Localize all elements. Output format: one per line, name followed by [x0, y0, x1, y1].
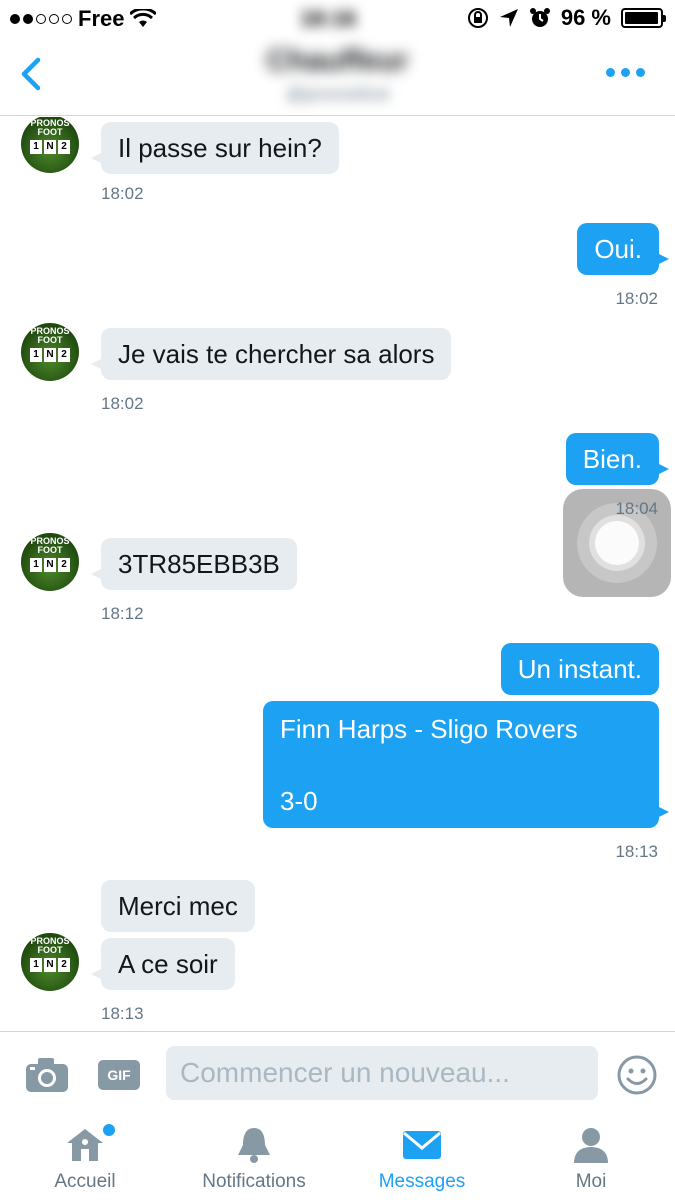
emoji-button[interactable]: [616, 1054, 658, 1096]
message-timestamp: 18:02: [101, 394, 144, 413]
message-list[interactable]: PRONOS FOOT 1N2 Il passe sur hein? 18:02 …: [0, 117, 675, 1031]
tab-label: Moi: [575, 1171, 607, 1192]
outgoing-message[interactable]: Un instant.: [500, 643, 659, 695]
home-icon: [67, 1129, 103, 1161]
message-timestamp: 18:02: [101, 184, 144, 203]
avatar-boxes: 1N2: [30, 140, 70, 154]
carrier-label: Free: [78, 6, 125, 31]
incoming-message[interactable]: Il passe sur hein?: [91, 122, 339, 174]
status-left: Free: [10, 6, 157, 32]
wifi-icon: [130, 9, 157, 27]
location-icon: [499, 9, 518, 27]
gif-button[interactable]: GIF: [98, 1060, 140, 1090]
message-line: 3-0: [280, 786, 318, 816]
tab-messages[interactable]: Messages: [362, 1115, 482, 1200]
battery-icon: [621, 8, 666, 28]
tab-label: Notifications: [202, 1171, 306, 1192]
conversation-subtitle: @pronosfoot: [285, 84, 390, 104]
tab-home[interactable]: Accueil: [25, 1115, 145, 1200]
camera-button[interactable]: [24, 1054, 70, 1094]
avatar[interactable]: PRONOS FOOT 1N2: [21, 323, 79, 381]
notification-dot: [103, 1124, 115, 1136]
tab-notifications[interactable]: Notifications: [184, 1115, 324, 1200]
rotation-lock-icon: [467, 8, 488, 28]
profile-icon: [574, 1128, 608, 1163]
avatar[interactable]: PRONOS FOOT 1N2: [21, 117, 79, 173]
status-bar: Free 18:16 96 %: [0, 0, 675, 38]
message-input[interactable]: [166, 1046, 598, 1100]
incoming-message[interactable]: A ce soir: [91, 938, 235, 990]
camera-icon: [26, 1058, 68, 1092]
outgoing-message[interactable]: Finn Harps - Sligo Rovers 3-0: [263, 701, 669, 828]
message-timestamp: 18:13: [615, 842, 658, 861]
status-time: 18:16: [300, 6, 357, 31]
message-composer: GIF: [0, 1031, 675, 1115]
signal-icon: [10, 14, 72, 24]
outgoing-message[interactable]: Oui.: [577, 223, 669, 275]
tab-bar: Accueil Notifications Messages Moi: [0, 1115, 675, 1200]
avatar[interactable]: PRONOS FOOT 1N2: [21, 533, 79, 591]
outgoing-message[interactable]: Bien.: [565, 433, 670, 485]
message-timestamp: 18:13: [101, 1004, 144, 1023]
incoming-message[interactable]: 3TR85EBB3B: [91, 538, 297, 590]
message-timestamp: 18:02: [615, 289, 658, 308]
status-right: 96 %: [467, 5, 666, 31]
conversation-header: Chauffeur @pronosfoot: [0, 38, 675, 116]
tab-label: Accueil: [54, 1171, 116, 1192]
more-options-button[interactable]: [606, 68, 645, 77]
envelope-icon: [403, 1131, 441, 1159]
incoming-message[interactable]: Je vais te chercher sa alors: [90, 328, 452, 380]
incoming-message[interactable]: Merci mec: [101, 880, 255, 932]
avatar[interactable]: PRONOS FOOT 1N2: [21, 933, 79, 991]
bell-icon: [238, 1128, 270, 1163]
message-timestamp: 18:12: [101, 604, 144, 623]
alarm-icon: [529, 8, 550, 27]
avatar-text: PRONOS FOOT: [30, 118, 70, 137]
battery-percent: 96 %: [560, 5, 611, 30]
tab-me[interactable]: Moi: [531, 1115, 651, 1200]
conversation-title: Chauffeur: [266, 44, 409, 77]
emoji-icon: [617, 1055, 657, 1095]
tab-label: Messages: [378, 1171, 466, 1192]
message-line: Finn Harps - Sligo Rovers: [280, 714, 578, 744]
more-dots-icon: [606, 68, 615, 77]
message-timestamp: 18:04: [615, 499, 658, 518]
